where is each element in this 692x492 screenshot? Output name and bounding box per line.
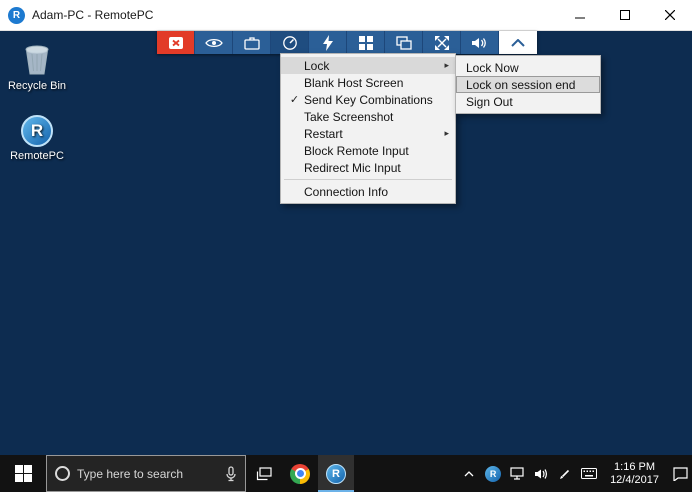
system-tray: R <box>457 455 692 492</box>
maximize-button[interactable] <box>602 0 647 30</box>
keyboard-icon <box>581 468 597 479</box>
submenu-item-label: Lock Now <box>466 61 519 75</box>
session-options-button[interactable] <box>271 31 309 54</box>
recycle-bin-icon <box>4 41 70 77</box>
minimize-button[interactable] <box>557 0 602 30</box>
briefcase-icon <box>244 36 260 50</box>
start-button[interactable] <box>0 455 46 492</box>
collapse-chevron-icon <box>511 39 525 47</box>
menu-item-label: Block Remote Input <box>304 144 449 158</box>
remotepc-icon: R <box>326 464 346 484</box>
close-icon <box>665 10 675 20</box>
menu-item-lock[interactable]: Lock ▸ <box>281 57 455 74</box>
remote-session-toolbar <box>157 31 537 54</box>
collapse-toolbar-button[interactable] <box>499 31 537 54</box>
tray-remotepc[interactable]: R <box>481 455 505 492</box>
menu-item-restart[interactable]: Restart ▸ <box>281 125 455 142</box>
menu-item-block-remote-input[interactable]: Block Remote Input <box>281 142 455 159</box>
remotepc-tray-icon: R <box>485 466 501 482</box>
fullscreen-icon <box>434 35 450 51</box>
switch-screen-icon <box>396 36 412 50</box>
taskbar: R R <box>0 455 692 492</box>
menu-item-label: Take Screenshot <box>304 110 449 124</box>
menu-separator <box>284 179 452 180</box>
fullscreen-button[interactable] <box>423 31 461 54</box>
speaker-icon <box>471 36 489 50</box>
menu-item-blank-host-screen[interactable]: Blank Host Screen <box>281 74 455 91</box>
submenu-arrow-icon: ▸ <box>439 60 449 71</box>
desktop-icon-remotepc[interactable]: R RemotePC <box>4 111 70 162</box>
window-controls <box>557 0 692 30</box>
menu-item-label: Restart <box>304 127 439 141</box>
sound-button[interactable] <box>461 31 499 54</box>
cortana-icon <box>55 466 70 481</box>
submenu-item-label: Sign Out <box>466 95 513 109</box>
taskbar-app-remotepc[interactable]: R <box>318 455 354 492</box>
tray-keyboard[interactable] <box>577 455 601 492</box>
volume-icon <box>534 468 549 480</box>
session-options-menu: Lock ▸ Blank Host Screen ✓ Send Key Comb… <box>280 53 456 204</box>
apps-grid-icon <box>359 36 373 50</box>
submenu-item-label: Lock on session end <box>466 78 575 92</box>
action-center-button[interactable] <box>668 455 692 492</box>
clock-time: 1:16 PM <box>610 461 659 474</box>
taskbar-clock[interactable]: 1:16 PM 12/4/2017 <box>601 461 668 487</box>
task-view-icon <box>256 467 272 481</box>
chevron-up-icon <box>464 471 474 477</box>
tray-pen[interactable] <box>553 455 577 492</box>
network-icon <box>510 467 524 480</box>
chrome-icon <box>290 464 310 484</box>
taskbar-app-chrome[interactable] <box>282 455 318 492</box>
pen-icon <box>559 468 571 480</box>
submenu-arrow-icon: ▸ <box>439 128 449 139</box>
menu-item-connection-info[interactable]: Connection Info <box>281 183 455 200</box>
menu-item-send-key-combinations[interactable]: ✓ Send Key Combinations <box>281 91 455 108</box>
checkmark-icon: ✓ <box>285 93 304 106</box>
search-input[interactable] <box>77 467 218 481</box>
tray-expand-button[interactable] <box>457 455 481 492</box>
tools-button[interactable] <box>233 31 271 54</box>
remote-desktop-viewport: Recycle Bin R RemotePC <box>0 31 692 455</box>
microphone-icon[interactable] <box>225 466 237 482</box>
remotepc-desktop-icon: R <box>4 111 70 147</box>
action-center-icon <box>673 467 688 481</box>
remotepc-app-icon: R <box>8 7 25 24</box>
menu-item-redirect-mic-input[interactable]: Redirect Mic Input <box>281 159 455 176</box>
clock-date: 12/4/2017 <box>610 474 659 487</box>
windows-logo-icon <box>15 465 32 482</box>
remote-desktop-window: R Adam-PC - RemotePC Recy <box>0 0 692 492</box>
tray-volume[interactable] <box>529 455 553 492</box>
title-bar: R Adam-PC - RemotePC <box>0 0 692 31</box>
disconnect-icon <box>168 36 184 50</box>
maximize-icon <box>620 10 630 20</box>
menu-item-label: Connection Info <box>304 185 449 199</box>
switch-screen-button[interactable] <box>385 31 423 54</box>
submenu-item-sign-out[interactable]: Sign Out <box>456 93 600 110</box>
performance-button[interactable] <box>309 31 347 54</box>
disconnect-button[interactable] <box>157 31 195 54</box>
desktop-icon-label: RemotePC <box>4 150 70 162</box>
submenu-item-lock-now[interactable]: Lock Now <box>456 59 600 76</box>
desktop-icon-label: Recycle Bin <box>4 80 70 92</box>
eye-icon <box>205 36 223 50</box>
tray-network[interactable] <box>505 455 529 492</box>
menu-item-label: Lock <box>304 59 439 73</box>
menu-item-label: Send Key Combinations <box>304 93 449 107</box>
lock-submenu: Lock Now Lock on session end Sign Out <box>455 55 601 114</box>
menu-item-label: Redirect Mic Input <box>304 161 449 175</box>
submenu-item-lock-on-session-end[interactable]: Lock on session end <box>456 76 600 93</box>
close-button[interactable] <box>647 0 692 30</box>
window-title: Adam-PC - RemotePC <box>32 8 153 22</box>
session-gauge-icon <box>282 35 298 51</box>
task-view-button[interactable] <box>246 455 282 492</box>
view-button[interactable] <box>195 31 233 54</box>
desktop-icon-recycle-bin[interactable]: Recycle Bin <box>4 41 70 92</box>
taskbar-search[interactable] <box>46 455 246 492</box>
menu-item-take-screenshot[interactable]: Take Screenshot <box>281 108 455 125</box>
apps-button[interactable] <box>347 31 385 54</box>
minimize-icon <box>575 10 585 20</box>
lightning-icon <box>322 35 334 51</box>
menu-item-label: Blank Host Screen <box>304 76 449 90</box>
